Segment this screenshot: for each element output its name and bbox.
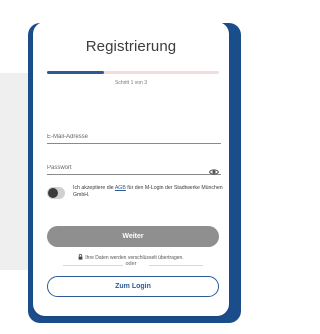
page-title: Registrierung	[85, 38, 177, 55]
password-field	[47, 161, 221, 175]
progress-bar	[47, 71, 219, 74]
lock-icon	[78, 254, 83, 260]
consent-row: Ich akzeptiere die AGB für den M-Login d…	[47, 185, 223, 205]
consent-label: Ich akzeptiere die AGB für den M-Login d…	[73, 185, 223, 199]
email-input[interactable]	[47, 130, 207, 143]
divider-label: oder	[125, 261, 137, 267]
eye-icon[interactable]	[208, 163, 220, 175]
page: Registrierung Schritt 1 von 3 Ich akzept…	[0, 0, 258, 334]
email-field	[47, 130, 221, 144]
consent-text-before: Ich akzeptiere die	[73, 185, 115, 191]
step-indicator: Schritt 1 von 3	[115, 80, 147, 86]
consent-toggle[interactable]	[47, 187, 65, 199]
login-button[interactable]: Zum Login	[47, 276, 219, 297]
progress-fill	[47, 71, 104, 74]
password-input[interactable]	[47, 161, 207, 174]
continue-button[interactable]: Weiter	[47, 226, 219, 247]
agb-link[interactable]: AGB	[115, 185, 126, 191]
registration-card: Registrierung Schritt 1 von 3 Ich akzept…	[33, 22, 229, 316]
divider-line-right	[149, 265, 203, 266]
toggle-knob	[48, 188, 58, 198]
secure-note: Ihre Daten werden verschlüsselt übertrag…	[33, 254, 229, 261]
